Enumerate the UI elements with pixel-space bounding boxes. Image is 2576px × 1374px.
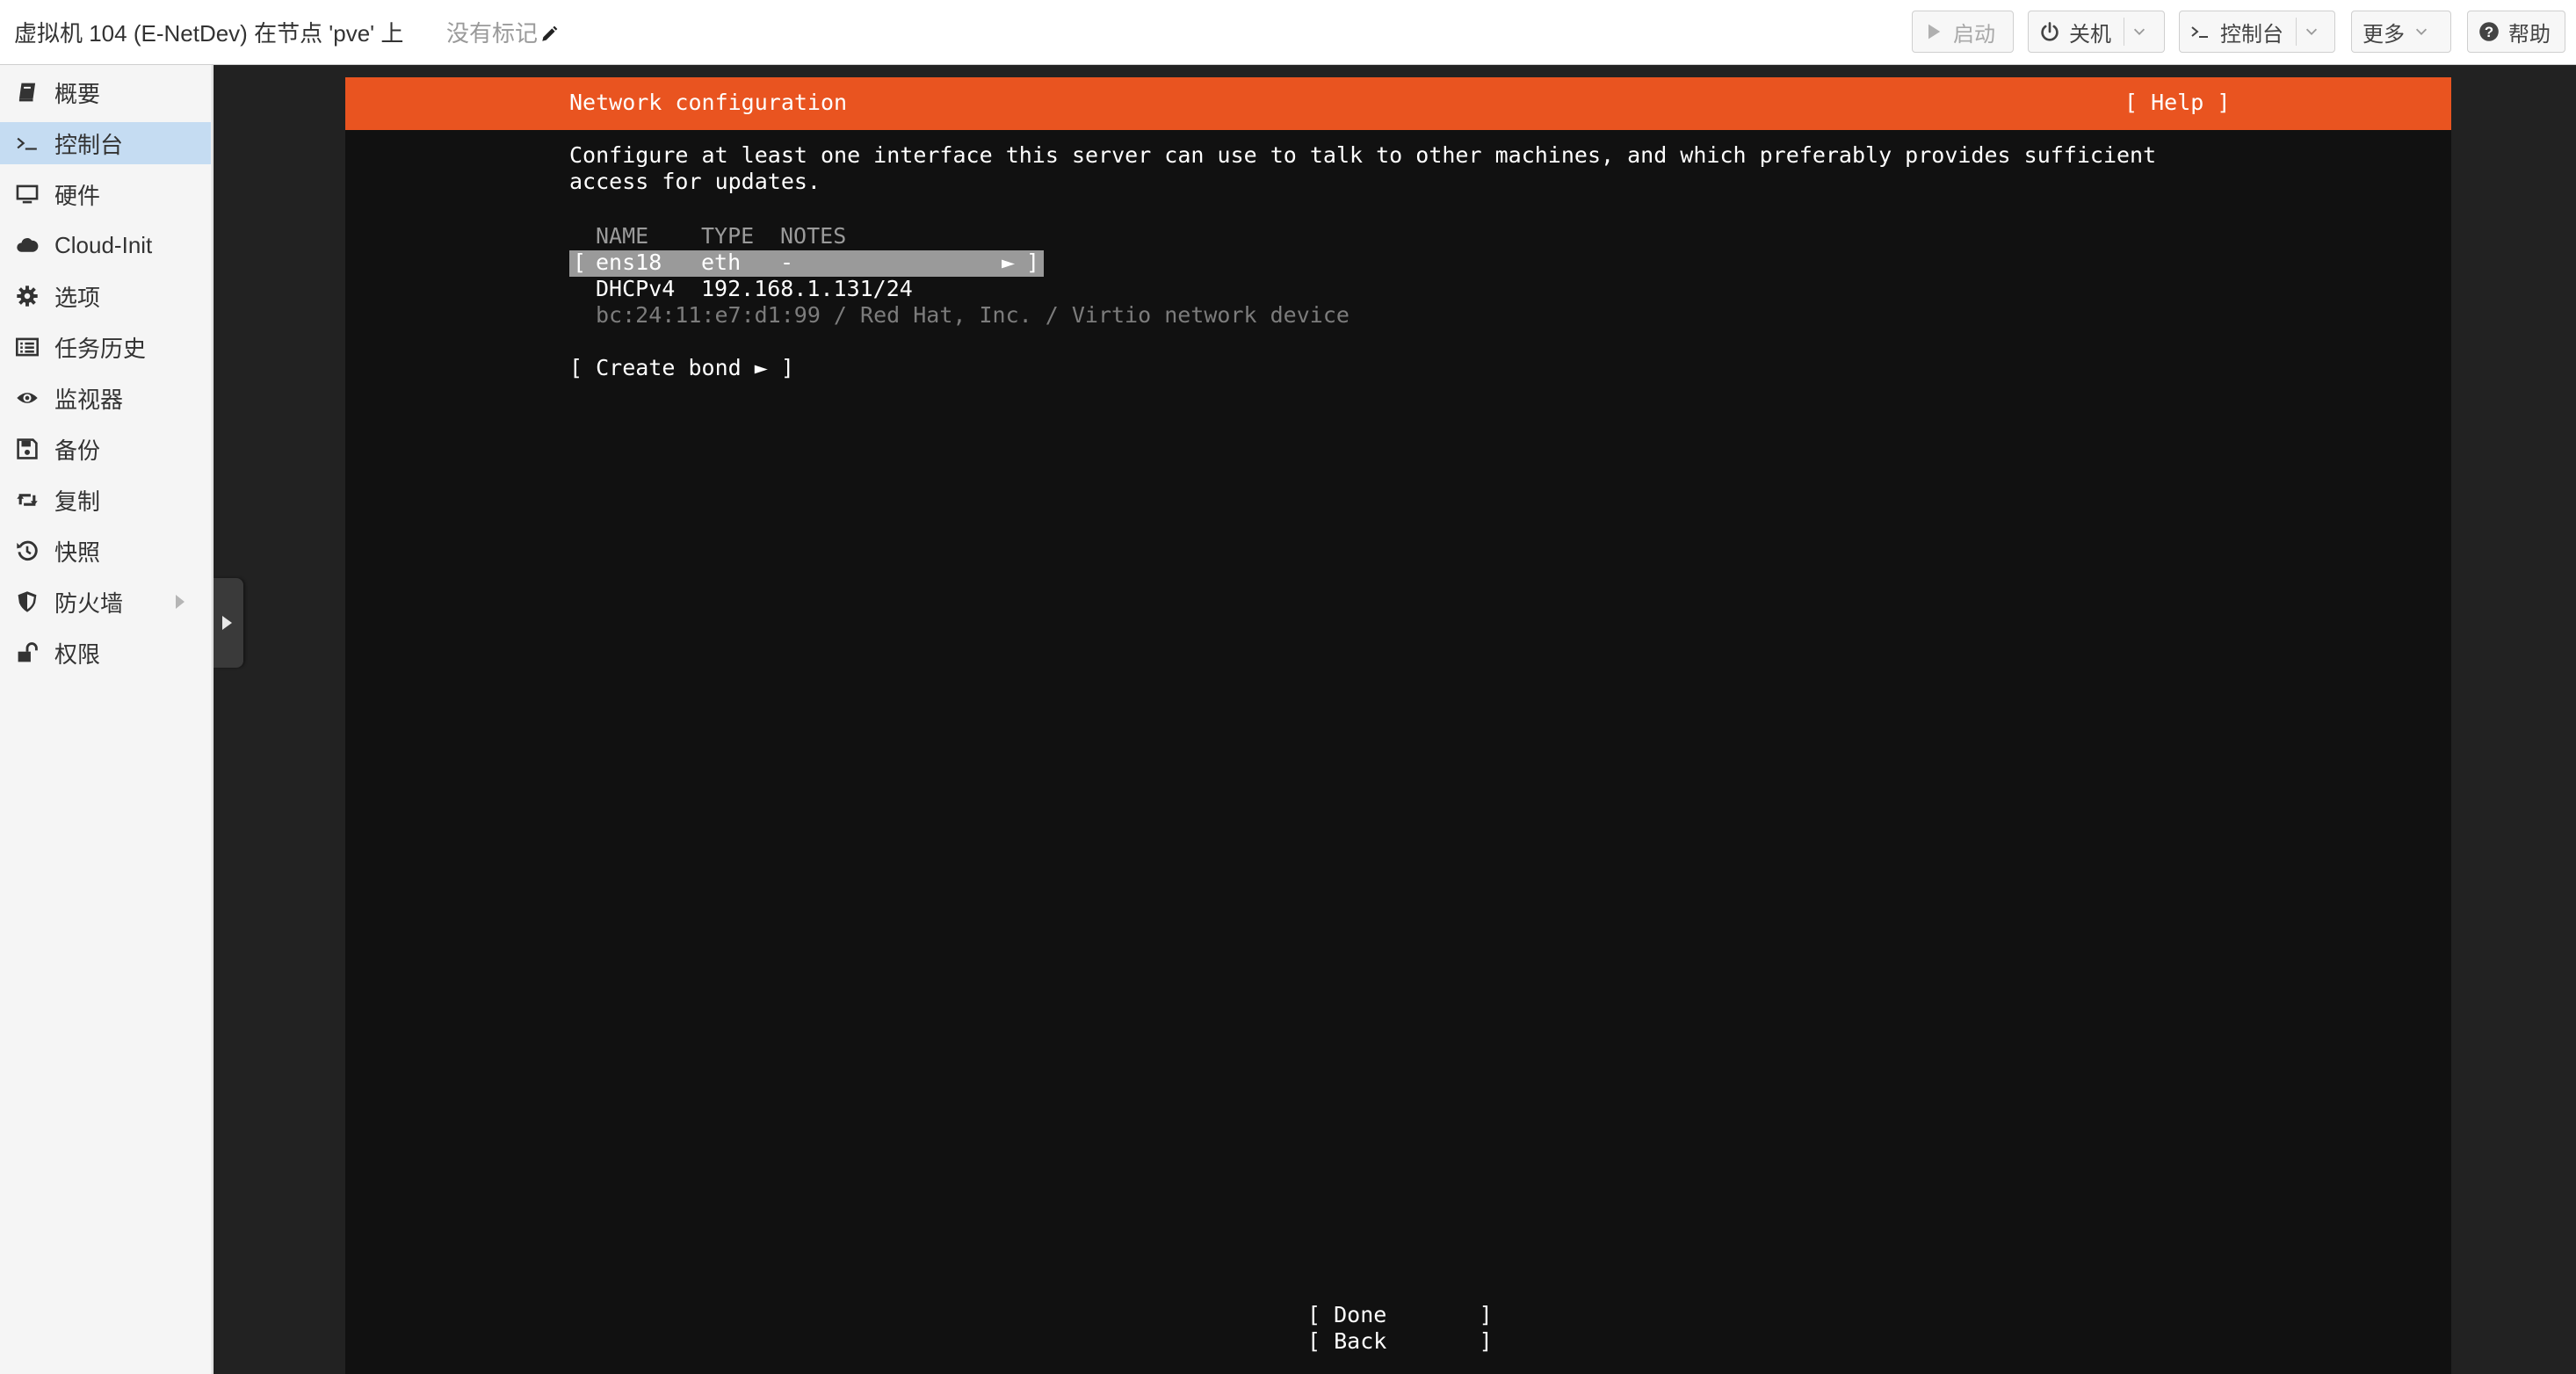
sidebar-item-permissions[interactable]: 权限: [0, 632, 211, 674]
sidebar-item-label: 控制台: [54, 131, 124, 158]
play-icon: [1928, 24, 1941, 40]
sidebar-item-label: 选项: [54, 284, 101, 311]
interface-type: eth: [701, 249, 742, 275]
done-button[interactable]: [ Done ]: [1307, 1302, 1493, 1327]
book-icon: [18, 83, 36, 102]
start-button-label: 启动: [1953, 22, 1995, 47]
console-button[interactable]: 控制台: [2179, 11, 2335, 53]
more-button-label: 更多: [2363, 22, 2405, 47]
interface-name: ens18: [596, 249, 662, 275]
dhcp-label: DHCPv4: [596, 276, 676, 301]
terminal-icon: [17, 137, 37, 150]
sidebar-item-label: 防火墙: [54, 589, 124, 617]
power-icon: [2041, 22, 2059, 41]
sidebar-item-label: 权限: [54, 640, 101, 668]
sidebar: 概要 控制台 硬件 Cloud-Init 选项 任务历史 监视器 备份 复制 快…: [0, 65, 213, 1374]
sidebar-item-options[interactable]: 选项: [0, 275, 211, 317]
expand-arrow-icon: [222, 616, 232, 630]
terminal-icon: [2191, 26, 2208, 38]
sidebar-item-backup[interactable]: 备份: [0, 428, 211, 470]
interface-menu-arrow-icon[interactable]: ►: [1002, 249, 1015, 275]
shutdown-button-label: 关机: [2069, 22, 2111, 47]
eye-icon: [17, 393, 38, 403]
interface-row-bracket-close: ]: [1026, 249, 1040, 275]
tags-editor[interactable]: 没有标记: [446, 16, 559, 48]
list-icon: [16, 337, 39, 357]
pencil-icon[interactable]: [539, 25, 559, 44]
history-icon: [17, 540, 38, 560]
help-button[interactable]: ? 帮助: [2467, 11, 2565, 53]
column-header-notes: NOTES: [780, 223, 847, 249]
column-header-name: NAME: [596, 223, 649, 249]
help-button-label: 帮助: [2508, 22, 2551, 47]
column-header-type: TYPE: [701, 223, 755, 249]
floppy-icon: [17, 438, 38, 459]
top-toolbar: 虚拟机 104 (E-NetDev) 在节点 'pve' 上 没有标记 启动 关…: [0, 0, 2576, 65]
sidebar-item-label: 快照: [54, 539, 101, 566]
sidebar-item-summary[interactable]: 概要: [0, 71, 211, 113]
interface-mac-info: bc:24:11:e7:d1:99 / Red Hat, Inc. / Virt…: [596, 302, 1350, 328]
tags-label: 没有标记: [446, 20, 539, 47]
sidebar-item-label: 概要: [54, 80, 101, 107]
chevron-down-icon: [2415, 28, 2428, 35]
sidebar-item-hardware[interactable]: 硬件: [0, 173, 211, 215]
sidebar-item-label: 复制: [54, 488, 101, 515]
sidebar-item-label: 备份: [54, 437, 101, 464]
dhcp-address: 192.168.1.131/24: [701, 276, 913, 301]
sidebar-item-label: 硬件: [54, 182, 101, 209]
gear-icon: [17, 286, 38, 307]
create-bond-button[interactable]: [ Create bond ► ]: [569, 355, 794, 380]
sidebar-item-label: Cloud-Init: [54, 231, 153, 258]
console-sidebar-toggle[interactable]: [213, 578, 243, 668]
interface-row-bracket-open: [: [573, 249, 587, 275]
sidebar-item-label: 任务历史: [54, 335, 147, 362]
svg-text:?: ?: [2485, 24, 2493, 40]
monitor-icon: [16, 184, 39, 204]
cloud-icon: [17, 238, 39, 252]
more-button[interactable]: 更多: [2351, 11, 2451, 53]
sidebar-item-cloud-init[interactable]: Cloud-Init: [0, 224, 211, 266]
sidebar-item-firewall[interactable]: 防火墙: [0, 581, 211, 623]
installer-title: Network configuration: [569, 90, 848, 115]
shield-icon: [18, 591, 37, 612]
chevron-down-icon[interactable]: [2304, 24, 2319, 40]
sidebar-item-console[interactable]: 控制台: [0, 122, 211, 164]
sidebar-item-monitor[interactable]: 监视器: [0, 377, 211, 419]
submenu-arrow-icon[interactable]: [176, 595, 185, 609]
console-button-label: 控制台: [2220, 22, 2283, 47]
sidebar-item-replication[interactable]: 复制: [0, 479, 211, 521]
sidebar-item-label: 监视器: [54, 386, 124, 413]
shutdown-button[interactable]: 关机: [2028, 11, 2165, 53]
installer-help-button[interactable]: [ Help ]: [2124, 90, 2230, 115]
retweet-icon: [17, 494, 38, 506]
chevron-down-icon[interactable]: [2131, 24, 2147, 40]
unlock-icon: [18, 642, 38, 662]
sidebar-item-snapshots[interactable]: 快照: [0, 530, 211, 572]
sidebar-item-task-history[interactable]: 任务历史: [0, 326, 211, 368]
interface-notes: -: [780, 249, 794, 275]
start-button[interactable]: 启动: [1912, 11, 2014, 53]
back-button[interactable]: [ Back ]: [1307, 1328, 1493, 1354]
vm-title: 虚拟机 104 (E-NetDev) 在节点 'pve' 上: [14, 20, 404, 47]
question-circle-icon: ?: [2479, 22, 2499, 41]
installer-description: Configure at least one interface this se…: [569, 142, 2157, 194]
